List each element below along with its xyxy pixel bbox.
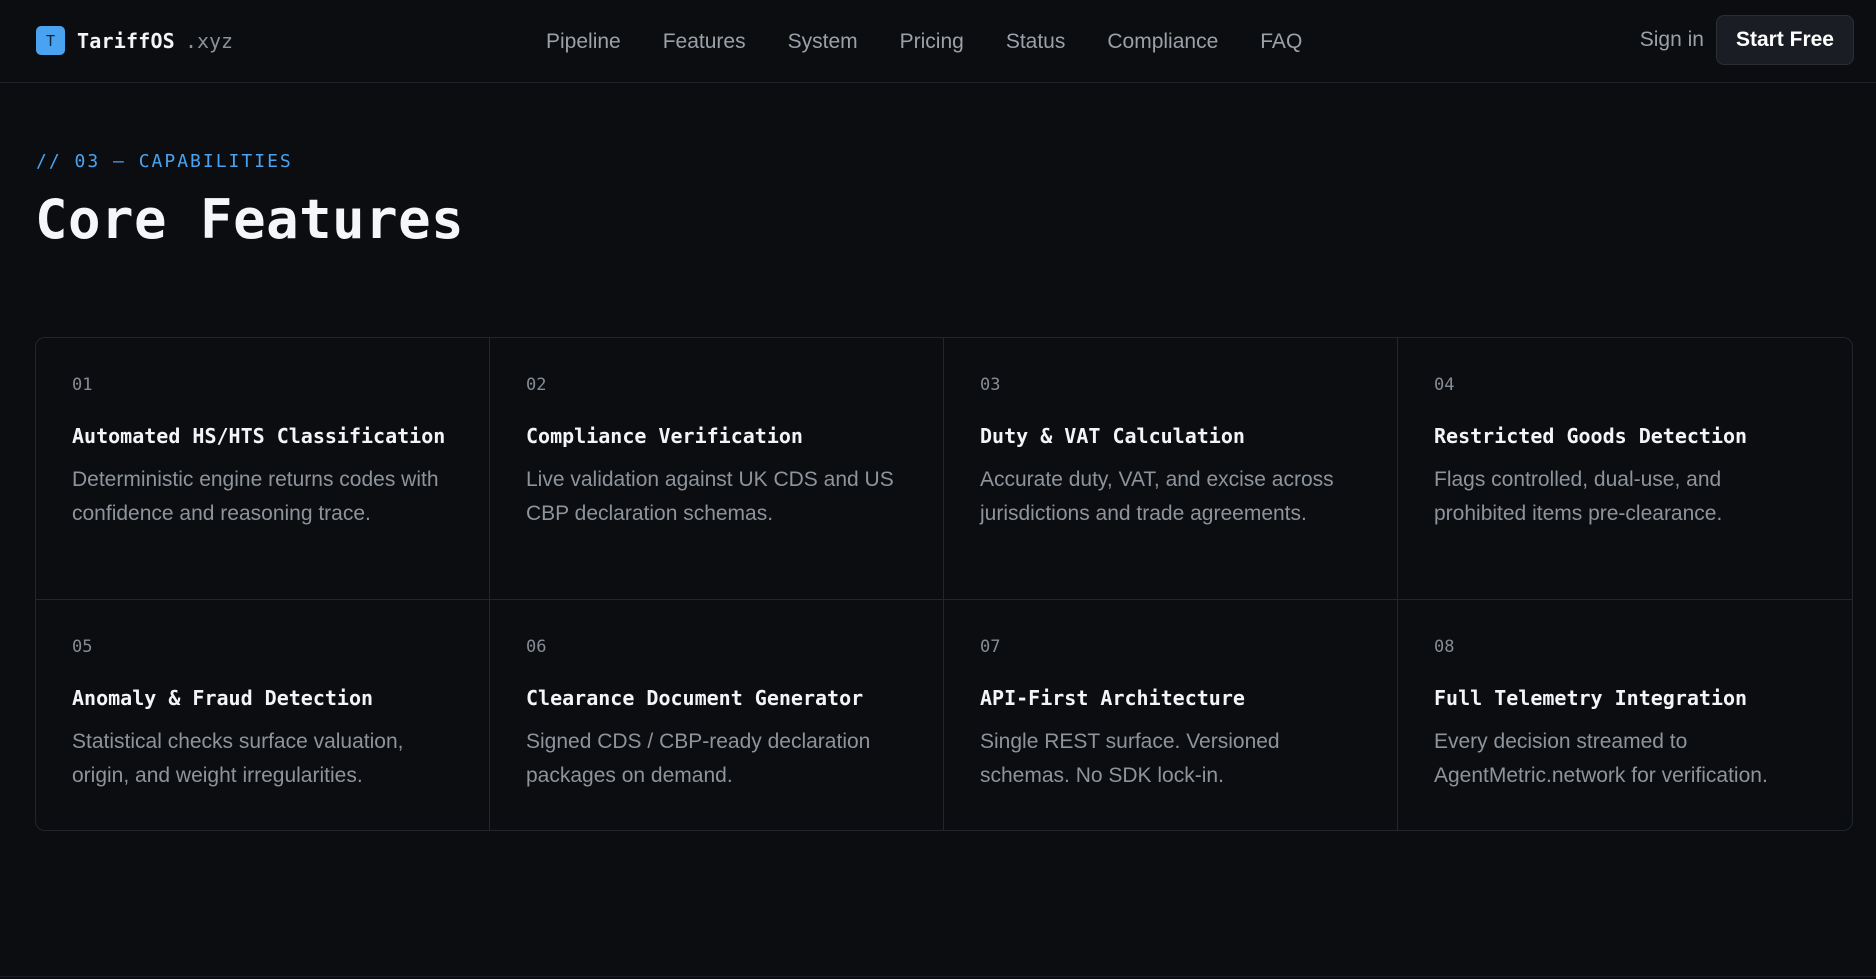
brand-tld: .xyz xyxy=(184,28,234,53)
nav-link-features[interactable]: Features xyxy=(663,30,746,54)
feature-card: 03 Duty & VAT Calculation Accurate duty,… xyxy=(944,338,1398,600)
feature-title: API-First Architecture xyxy=(980,686,1245,710)
page-title: Core Features xyxy=(35,188,465,251)
nav-link-compliance[interactable]: Compliance xyxy=(1107,30,1218,54)
feature-description: Single REST surface. Versioned schemas. … xyxy=(980,730,1280,787)
feature-number: 07 xyxy=(980,637,1001,657)
brand-name: TariffOS xyxy=(77,28,175,53)
top-navigation: T TariffOS .xyz Pipeline Features System… xyxy=(0,0,1876,83)
feature-description: Signed CDS / CBP-ready declaration packa… xyxy=(526,730,871,787)
nav-link-pipeline[interactable]: Pipeline xyxy=(546,30,621,54)
nav-link-pricing[interactable]: Pricing xyxy=(900,30,964,54)
feature-title: Anomaly & Fraud Detection xyxy=(72,686,374,710)
bottom-divider xyxy=(0,976,1876,977)
feature-card: 02 Compliance Verification Live validati… xyxy=(490,338,944,600)
feature-number: 04 xyxy=(1434,375,1455,395)
feature-description: Accurate duty, VAT, and excise across ju… xyxy=(980,468,1334,525)
feature-title: Automated HS/HTS Classification xyxy=(72,424,446,448)
feature-card: 01 Automated HS/HTS Classification Deter… xyxy=(36,338,490,600)
sign-in-link[interactable]: Sign in xyxy=(1640,28,1704,52)
nav-link-status[interactable]: Status xyxy=(1006,30,1066,54)
nav-actions: Sign in Start Free xyxy=(1640,15,1854,65)
nav-link-faq[interactable]: FAQ xyxy=(1260,30,1302,54)
feature-card: 07 API-First Architecture Single REST su… xyxy=(944,600,1398,830)
feature-description: Flags controlled, dual-use, and prohibit… xyxy=(1434,468,1723,525)
feature-description: Statistical checks surface valuation, or… xyxy=(72,730,404,787)
feature-card: 04 Restricted Goods Detection Flags cont… xyxy=(1398,338,1852,600)
section-tag: // 03 — CAPABILITIES xyxy=(36,151,293,172)
feature-description: Deterministic engine returns codes with … xyxy=(72,468,439,525)
feature-number: 01 xyxy=(72,375,93,395)
feature-card: 08 Full Telemetry Integration Every deci… xyxy=(1398,600,1852,830)
feature-title: Full Telemetry Integration xyxy=(1434,686,1748,710)
feature-description: Live validation against UK CDS and US CB… xyxy=(526,468,894,525)
feature-number: 03 xyxy=(980,375,1001,395)
feature-description: Every decision streamed to AgentMetric.n… xyxy=(1434,730,1768,787)
feature-title: Compliance Verification xyxy=(526,424,803,448)
feature-number: 02 xyxy=(526,375,547,395)
feature-title: Duty & VAT Calculation xyxy=(980,424,1245,448)
feature-card: 06 Clearance Document Generator Signed C… xyxy=(490,600,944,830)
feature-number: 08 xyxy=(1434,637,1455,657)
feature-title: Clearance Document Generator xyxy=(526,686,864,710)
start-free-button[interactable]: Start Free xyxy=(1715,15,1854,65)
brand-logo[interactable]: T TariffOS .xyz xyxy=(36,26,233,55)
feature-number: 06 xyxy=(526,637,547,657)
feature-card: 05 Anomaly & Fraud Detection Statistical… xyxy=(36,600,490,830)
nav-link-system[interactable]: System xyxy=(788,30,858,54)
feature-number: 05 xyxy=(72,637,93,657)
features-grid: 01 Automated HS/HTS Classification Deter… xyxy=(35,337,1853,831)
nav-links: Pipeline Features System Pricing Status … xyxy=(546,0,1302,83)
brand-mark-icon: T xyxy=(36,26,65,55)
feature-title: Restricted Goods Detection xyxy=(1434,424,1748,448)
